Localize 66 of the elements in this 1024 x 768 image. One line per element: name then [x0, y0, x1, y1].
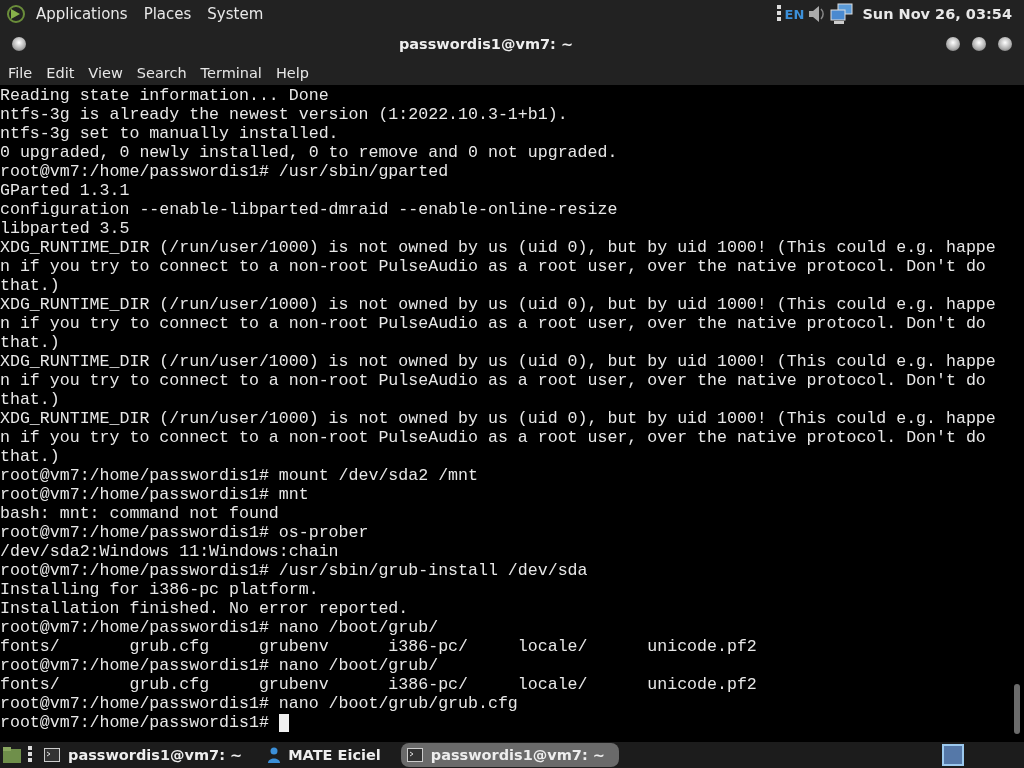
terminal-line: Reading state information... Done: [0, 86, 330, 105]
terminal-line: root@vm7:/home/passwordis1# nano /boot/grub/: [0, 656, 440, 675]
terminal-line: XDG_RUNTIME_DIR (/run/user/1000) is not owned by us (uid 0), but by uid 1000! (This could e.g. happe: [0, 409, 997, 428]
person-icon: [268, 747, 281, 763]
keyboard-layout[interactable]: EN: [784, 6, 805, 22]
terminal-line: root@vm7:/home/passwordis1# mnt: [0, 485, 310, 504]
close-button[interactable]: [998, 37, 1012, 51]
terminal-line: XDG_RUNTIME_DIR (/run/user/1000) is not owned by us (uid 0), but by uid 1000! (This could e.g. happe: [0, 238, 997, 257]
taskbar-button[interactable]: passwordis1@vm7: ~: [400, 743, 619, 767]
menu-item[interactable]: Edit: [40, 64, 83, 81]
terminal-line: Installation finished. No error reported.: [0, 599, 410, 618]
menu-item[interactable]: Terminal: [194, 64, 270, 81]
terminal-line: XDG_RUNTIME_DIR (/run/user/1000) is not owned by us (uid 0), but by uid 1000! (This could e.g. happe: [0, 352, 997, 371]
terminal-line: bash: mnt: command not found: [0, 504, 280, 523]
terminal-line: root@vm7:/home/passwordis1# nano /boot/grub/: [0, 618, 440, 637]
window-menu-button[interactable]: [12, 37, 26, 51]
terminal-line: fonts/ grub.cfg grubenv i386-pc/ locale/ unicode.pf2: [0, 675, 758, 694]
terminal-line: root@vm7:/home/passwordis1# /usr/sbin/gparted: [0, 162, 450, 181]
terminal-line: that.): [0, 276, 61, 295]
terminal-line: that.): [0, 333, 61, 352]
terminal-line: root@vm7:/home/passwordis1# mount /dev/sda2 /mnt: [0, 466, 479, 485]
panel-menu[interactable]: System: [201, 5, 270, 23]
terminal-line: ntfs-3g set to manually installed.: [0, 124, 340, 143]
scrollbar-thumb[interactable]: [1014, 684, 1020, 734]
terminal-icon: [44, 748, 60, 762]
terminal-line: libparted 3.5: [0, 219, 131, 238]
menu-item[interactable]: Search: [130, 64, 195, 81]
panel-handle: [776, 5, 781, 23]
terminal-line: XDG_RUNTIME_DIR (/run/user/1000) is not owned by us (uid 0), but by uid 1000! (This could e.g. happe: [0, 295, 997, 314]
workspace-switcher[interactable]: [942, 744, 964, 766]
terminal-line: n if you try to connect to a non-root PulseAudio as a root user, over the native protocol. Don't do: [0, 314, 987, 333]
terminal-line: /dev/sda2:Windows 11:Windows:chain: [0, 542, 340, 561]
desktop-icon[interactable]: [2, 745, 22, 765]
panel-menu[interactable]: Applications: [30, 5, 134, 23]
terminal-icon: [406, 748, 423, 762]
maximize-button[interactable]: [972, 37, 986, 51]
terminal-line: root@vm7:/home/passwordis1#: [0, 713, 269, 732]
taskbar-button[interactable]: MATE Eiciel: [262, 743, 395, 767]
terminal-line: n if you try to connect to a non-root PulseAudio as a root user, over the native protocol. Don't do: [0, 371, 987, 390]
terminal-line: root@vm7:/home/passwordis1# os-prober: [0, 523, 370, 542]
terminal-line: GParted 1.3.1: [0, 181, 131, 200]
terminal-line: n if you try to connect to a non-root PulseAudio as a root user, over the native protocol. Don't do: [0, 257, 987, 276]
clock[interactable]: Sun Nov 26, 03:54: [858, 6, 1018, 22]
terminal-line: n if you try to connect to a non-root PulseAudio as a root user, over the native protocol. Don't do: [0, 428, 987, 447]
panel-menu[interactable]: Places: [137, 5, 198, 23]
minimize-button[interactable]: [946, 37, 960, 51]
menu-item[interactable]: File: [2, 64, 41, 81]
terminal-area[interactable]: [0, 85, 1024, 742]
taskbar-button[interactable]: passwordis1@vm7: ~: [38, 743, 257, 767]
terminal-line: configuration --enable-libparted-dmraid --enable-online-resize: [0, 200, 619, 219]
speaker-icon[interactable]: [808, 4, 827, 24]
terminal-line: Installing for i386-pc platform.: [0, 580, 320, 599]
panel-handle: [28, 746, 32, 764]
terminal-line: ntfs-3g is already the newest version (1:2022.10.3-1+b1).: [0, 105, 569, 124]
terminal-line: 0 upgraded, 0 newly installed, 0 to remove and 0 not upgraded.: [0, 143, 619, 162]
menu-item[interactable]: Help: [269, 64, 317, 81]
terminal-line: that.): [0, 447, 61, 466]
terminal-line: root@vm7:/home/passwordis1# nano /boot/grub/grub.cfg: [0, 694, 519, 713]
terminal-line: root@vm7:/home/passwordis1# /usr/sbin/grub-install /dev/sda: [0, 561, 589, 580]
cursor: [278, 713, 289, 732]
logo-icon: [6, 4, 26, 24]
terminal-line: that.): [0, 390, 61, 409]
menu-item[interactable]: View: [82, 64, 131, 81]
terminal-line: fonts/ grub.cfg grubenv i386-pc/ locale/ unicode.pf2: [0, 637, 758, 656]
network-icon[interactable]: [830, 3, 855, 25]
window-title: passwordis1@vm7: ~: [397, 36, 575, 52]
